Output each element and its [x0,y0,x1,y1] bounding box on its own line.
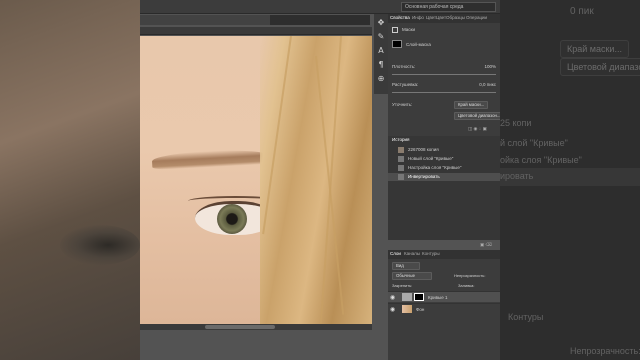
tab-properties[interactable]: Свойства [390,15,410,20]
fill-label: Заливка: [458,283,475,288]
lock-label: Закрепить: [392,283,413,288]
feather-label: Растушевка: [392,82,419,87]
refine-label: Уточнить: [392,102,413,107]
color-range-button[interactable]: Цветовой диапазон... [454,112,500,120]
tab-channels[interactable]: Каналы [404,251,420,256]
history-footer-icons: ▣ ⌫ [480,242,492,247]
blurred-eye [60,225,140,265]
collapsed-tool-strip: ✥ ✎ A ¶ ⊕ [374,14,388,94]
layers-panel: Слои Каналы Контуры Вид Обычные Непрозра… [388,250,500,360]
photoshop-window: Основная рабочая среда ✥ ✎ A ¶ ⊕ Свойств… [140,0,500,360]
eyedropper-icon[interactable]: ⊕ [376,74,386,84]
layer-thumbnail [402,305,412,313]
density-slider[interactable] [392,74,496,75]
layer-row-curves[interactable]: ◉ Кривые 1 [388,291,500,302]
canvas-photo[interactable] [140,36,372,324]
document-tab-bar [140,15,370,25]
iris [217,204,247,234]
history-panel: История 2267008 копия Новый слой "Кривые… [388,136,500,247]
history-step-icon [398,174,404,180]
feather-slider[interactable] [392,92,496,93]
top-ruler [140,27,372,35]
tab-color-2[interactable]: Цвет [436,15,446,20]
properties-tabs: Свойства Инфо Цвет Цвет Образцы Операции [388,14,500,23]
document-tab[interactable] [140,15,270,25]
layers-tabs: Слои Каналы Контуры [388,250,500,259]
pen-icon[interactable]: ¶ [376,60,386,70]
history-step-icon [398,156,404,162]
tab-info[interactable]: Инфо [412,15,424,20]
type-icon[interactable]: A [376,46,386,56]
adjustment-icon [402,293,412,301]
horizontal-scrollbar[interactable] [140,324,372,330]
brush-icon[interactable]: ✎ [376,32,386,42]
history-step-icon [398,165,404,171]
layer-filter-select[interactable]: Вид [392,262,420,270]
density-label: Плотность: [392,64,416,69]
mask-thumbnail[interactable] [392,40,402,48]
blurred-background-right: 0 пик Край маски... Цветовой диапазо... … [500,0,640,360]
blend-mode-select[interactable]: Обычные [392,272,432,280]
layer-row-background[interactable]: ◉ Фон [388,303,500,314]
options-bar: Основная рабочая среда [140,0,500,14]
history-row-0[interactable]: 2267008 копия [388,146,500,154]
density-value[interactable]: 100% [484,64,496,69]
history-row-1[interactable]: Новый слой "Кривые" [388,155,500,163]
tab-paths[interactable]: Контуры [422,251,440,256]
tab-layers[interactable]: Слои [390,251,401,256]
history-title: История [392,137,410,142]
layer-mask-thumbnail[interactable] [414,293,424,301]
snapshot-thumbnail [398,147,404,153]
mask-icon [392,27,398,33]
tab-swatches[interactable]: Образцы [446,15,465,20]
workspace-select[interactable]: Основная рабочая среда [401,2,496,12]
visibility-eye-icon[interactable]: ◉ [390,294,395,301]
properties-title: Маски [402,27,416,32]
panel-footer-icons: ◫ ◉ ◌ ▣ [468,126,487,131]
scroll-thumb[interactable] [205,325,275,329]
layer-mask-label: Слой-маска [406,42,431,47]
history-row-2[interactable]: Настройка слоя "Кривые" [388,164,500,172]
visibility-eye-icon[interactable]: ◉ [390,306,395,313]
eyebrow [151,147,273,171]
hair [260,36,372,324]
feather-value[interactable]: 0,0 пикс [479,82,496,87]
properties-panel: Свойства Инфо Цвет Цвет Образцы Операции… [388,14,500,136]
blurred-background-left [0,0,140,360]
tab-actions[interactable]: Операции [466,15,487,20]
mask-edge-button[interactable]: Край маски... [454,101,489,109]
opacity-label: Непрозрачность: [454,273,486,278]
tab-color[interactable]: Цвет [426,15,436,20]
history-row-3[interactable]: Инвертировать [388,173,500,181]
move-icon[interactable]: ✥ [376,18,386,28]
